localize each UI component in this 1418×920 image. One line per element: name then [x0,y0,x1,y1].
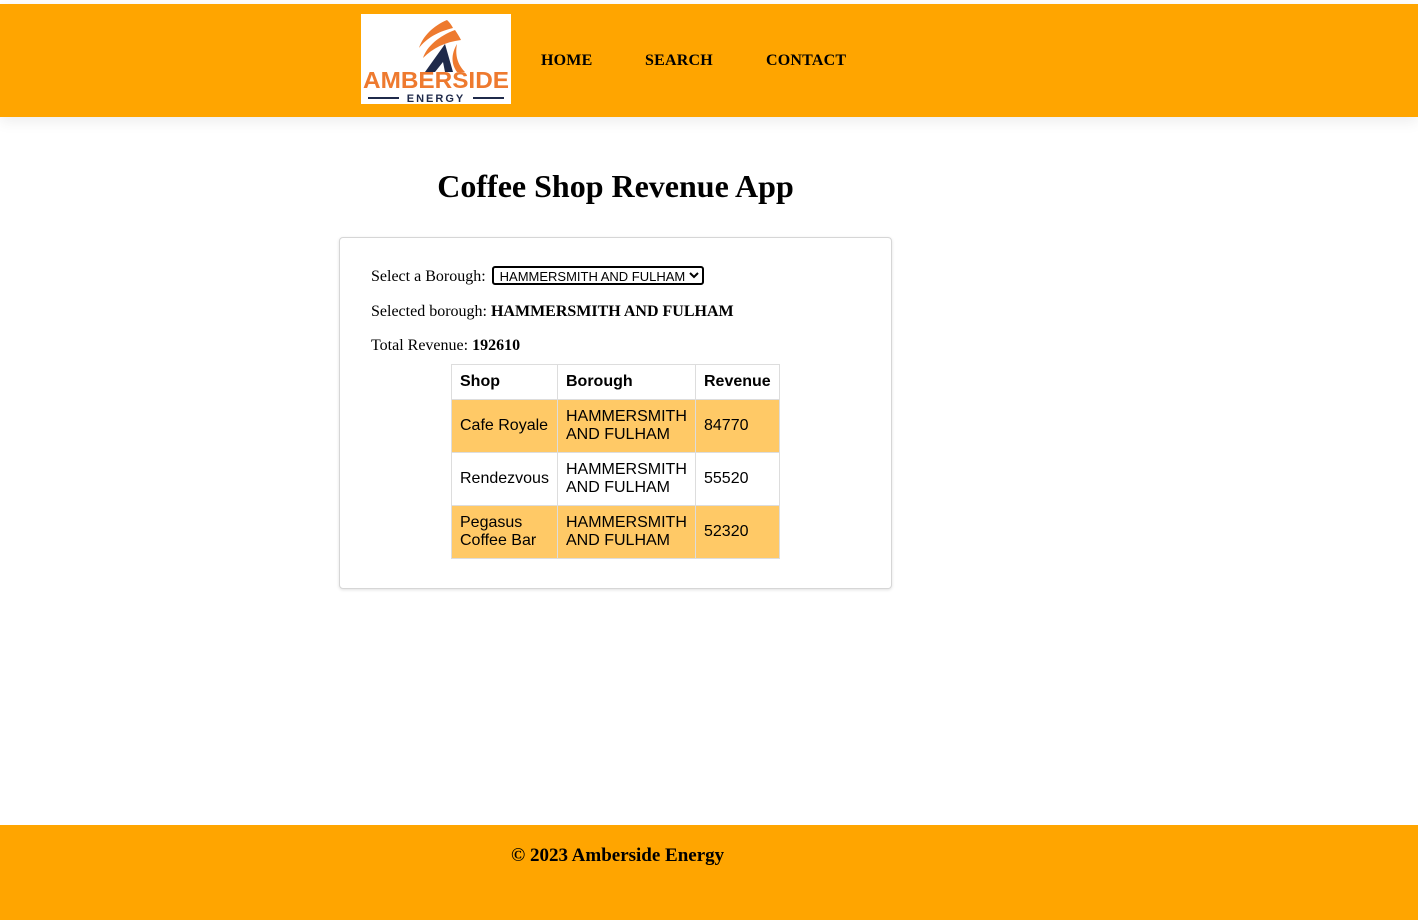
cell-revenue: 84770 [695,399,780,453]
site-header: AMBERSIDE ENERGY HOME SEARCH CONTACT [0,4,1418,117]
logo-subtext: ENERGY [407,93,465,104]
table-row: Rendezvous HAMMERSMITH AND FULHAM 55520 [451,452,780,506]
logo-wordmark: AMBERSIDE [363,67,509,93]
column-header-borough: Borough [557,364,696,400]
site-footer: © 2023 Amberside Energy [0,825,1418,920]
selected-borough-value: HAMMERSMITH AND FULHAM [490,303,734,320]
cell-revenue: 55520 [695,452,780,506]
nav-contact-link[interactable]: CONTACT [766,52,846,70]
selected-borough-row: Selected borough: HAMMERSMITH AND FULHAM [371,303,734,321]
borough-select[interactable]: HAMMERSMITH AND FULHAM [491,266,704,285]
cell-shop: Cafe Royale [451,399,558,453]
footer-copyright: © 2023 Amberside Energy [511,845,725,866]
page-title: Coffee Shop Revenue App [437,168,794,204]
total-revenue-row: Total Revenue: 192610 [371,337,520,355]
column-header-shop: Shop [451,364,558,400]
cell-shop: Rendezvous [451,452,558,506]
total-revenue-label: Total Revenue: [371,337,469,354]
logo-graphic: AMBERSIDE ENERGY [363,20,509,104]
cell-revenue: 52320 [695,505,780,559]
revenue-table: Shop Borough Revenue Cafe Royale HAMMERS… [451,364,780,559]
total-revenue-value: 192610 [472,337,521,354]
cell-shop: Pegasus Coffee Bar [451,505,558,559]
cell-borough: HAMMERSMITH AND FULHAM [557,399,696,453]
table-header-row: Shop Borough Revenue [451,364,780,400]
column-header-revenue: Revenue [695,364,780,400]
amberside-logo[interactable]: AMBERSIDE ENERGY [361,14,511,104]
borough-select-row: Select a Borough: HAMMERSMITH AND FULHAM [371,266,704,287]
table-row: Cafe Royale HAMMERSMITH AND FULHAM 84770 [451,399,780,453]
borough-select-label: Select a Borough: [371,268,486,286]
table-row: Pegasus Coffee Bar HAMMERSMITH AND FULHA… [451,505,780,559]
nav-home-link[interactable]: HOME [541,52,592,70]
cell-borough: HAMMERSMITH AND FULHAM [557,452,696,506]
nav-search-link[interactable]: SEARCH [645,52,713,70]
selected-borough-label: Selected borough: [371,303,487,320]
cell-borough: HAMMERSMITH AND FULHAM [557,505,696,559]
revenue-card: Select a Borough: HAMMERSMITH AND FULHAM… [339,237,892,589]
